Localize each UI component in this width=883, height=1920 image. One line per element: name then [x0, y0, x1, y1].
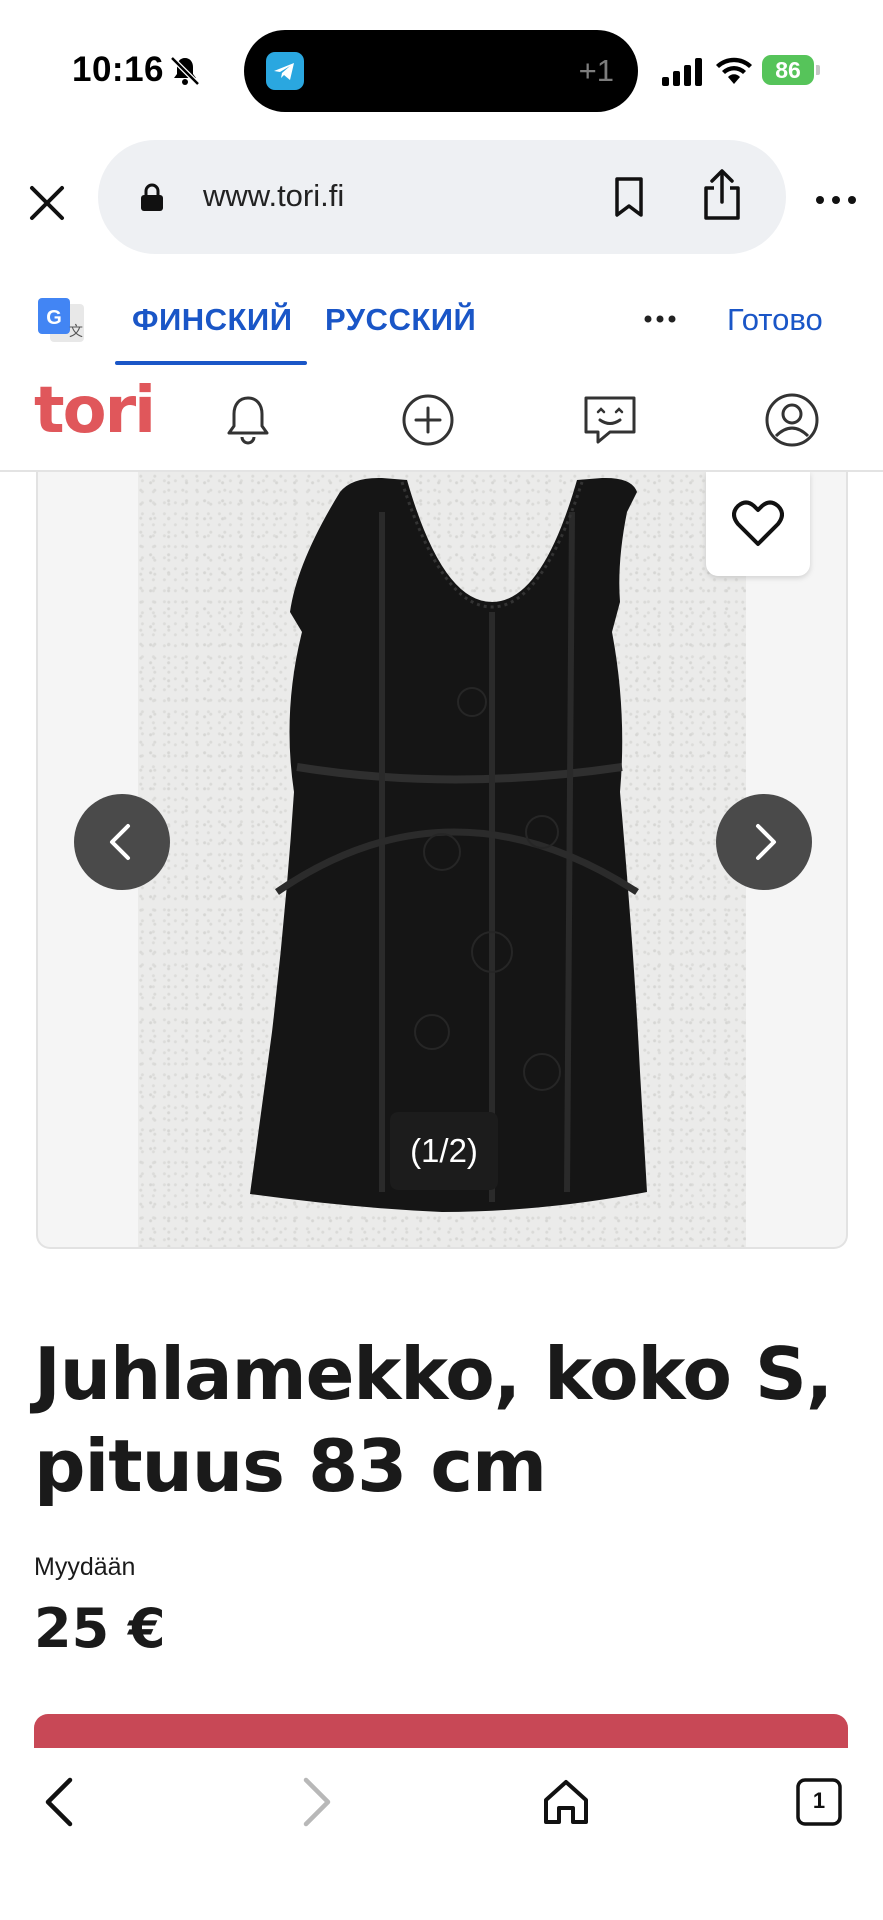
forward-arrow-icon[interactable] [284, 1772, 344, 1832]
previous-image-button[interactable] [74, 794, 170, 890]
chevron-right-icon [756, 824, 776, 860]
bookmark-icon[interactable] [612, 176, 646, 218]
status-bar: 10:16 +1 86 [0, 0, 883, 140]
more-options-icon[interactable] [812, 180, 860, 220]
tab-source-language[interactable]: ФИНСКИЙ [132, 302, 293, 338]
price: 25 € [34, 1597, 166, 1660]
bell-slash-icon [170, 56, 200, 86]
url-text: www.tori.fi [203, 178, 345, 213]
lock-icon [141, 183, 163, 211]
site-header: tori [0, 366, 883, 472]
heart-icon [732, 500, 784, 546]
favorite-button[interactable] [706, 472, 810, 576]
wifi-icon [716, 57, 752, 84]
next-image-button[interactable] [716, 794, 812, 890]
image-carousel[interactable]: (1/2) [36, 472, 848, 1249]
cellular-signal-icon [662, 58, 702, 86]
tab-target-language[interactable]: РУССКИЙ [325, 302, 476, 338]
tori-logo[interactable]: tori [34, 374, 156, 448]
chevron-left-icon [110, 824, 130, 860]
image-counter: (1/2) [390, 1112, 498, 1190]
battery-level: 86 [775, 57, 801, 83]
tabs-button[interactable]: 1 [788, 1772, 848, 1832]
back-arrow-icon[interactable] [32, 1772, 92, 1832]
notification-count: +1 [578, 53, 614, 88]
battery-indicator: 86 [762, 55, 820, 85]
svg-text:G: G [46, 307, 62, 329]
listing-title: Juhlamekko, koko S, pituus 83 cm [34, 1332, 833, 1508]
profile-icon[interactable] [762, 390, 822, 450]
translate-more-icon[interactable] [640, 304, 680, 334]
add-listing-icon[interactable] [398, 390, 458, 450]
notifications-bell-icon[interactable] [218, 390, 278, 450]
close-icon[interactable] [24, 180, 70, 226]
address-bar[interactable]: www.tori.fi [98, 140, 786, 254]
browser-toolbar: 1 [0, 1748, 883, 1920]
dynamic-island: +1 [244, 30, 638, 112]
svg-text:文: 文 [69, 324, 83, 340]
home-icon[interactable] [536, 1772, 596, 1832]
browser-bar: www.tori.fi [0, 140, 883, 260]
messages-icon[interactable] [580, 390, 640, 450]
active-tab-indicator [115, 361, 307, 365]
translate-bar: G 文 ФИНСКИЙ РУССКИЙ Готово [0, 282, 883, 366]
status-time: 10:16 [72, 50, 165, 89]
sale-type-label: Myydään [34, 1553, 136, 1581]
google-translate-icon: G 文 [38, 298, 84, 342]
tab-count: 1 [812, 1788, 826, 1813]
done-button[interactable]: Готово [727, 302, 823, 338]
share-icon[interactable] [700, 168, 744, 222]
telegram-icon [266, 52, 304, 90]
